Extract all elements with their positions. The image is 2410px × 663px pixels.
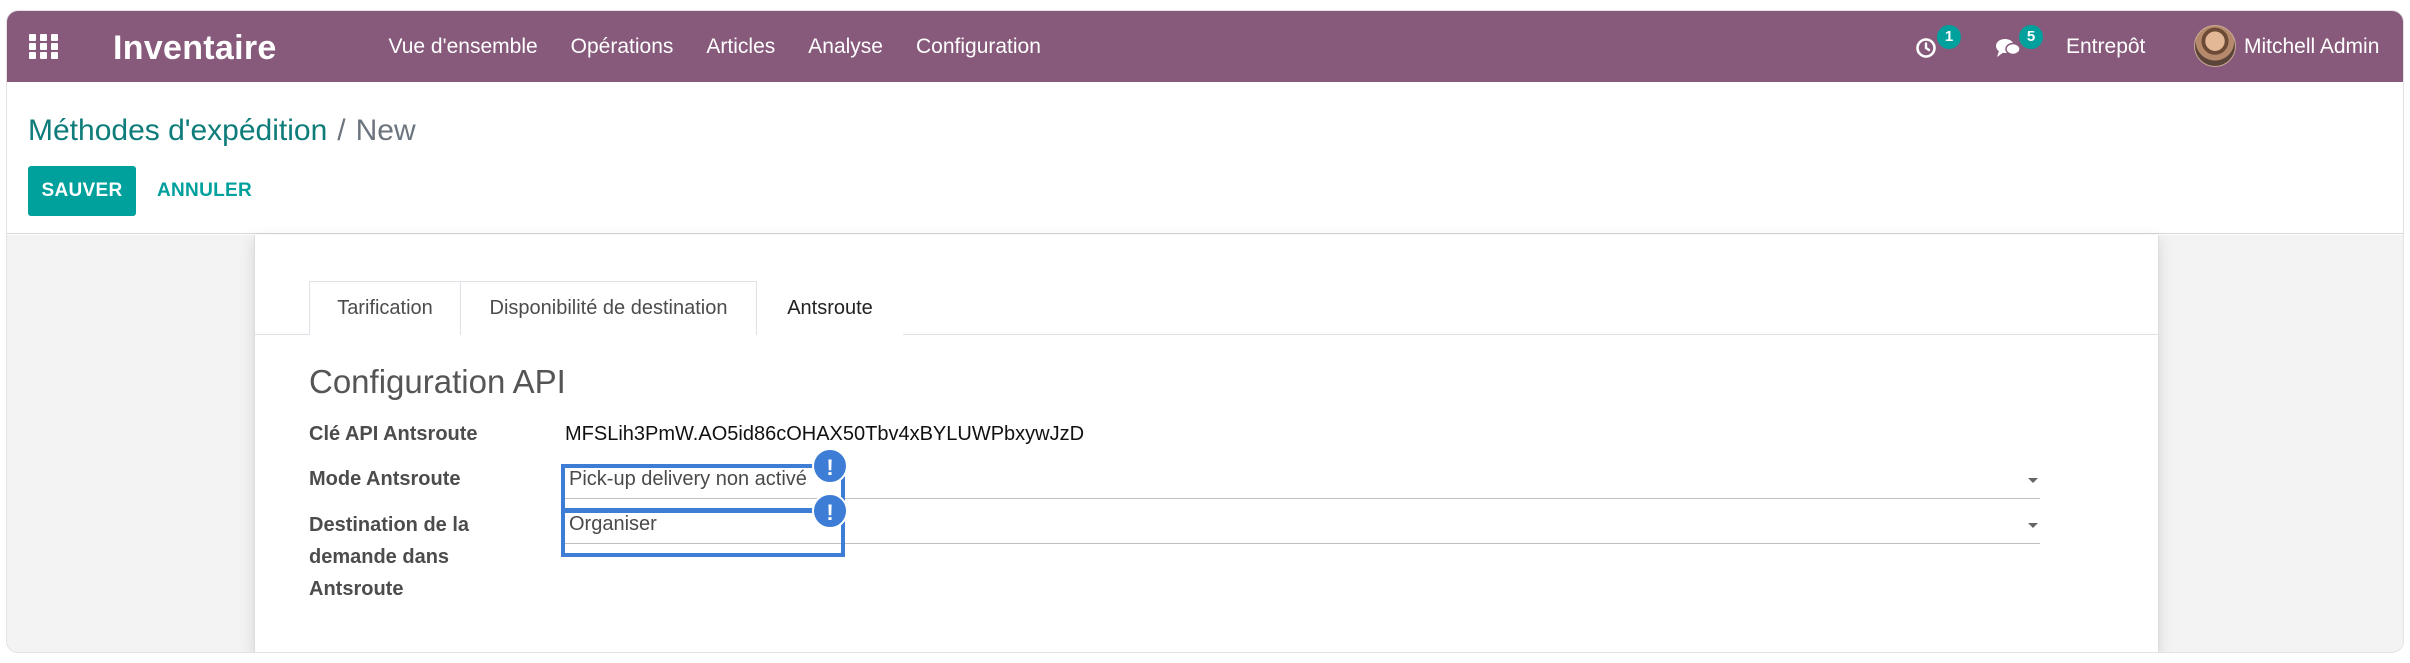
tab-destination-availability[interactable]: Disponibilité de destination <box>460 281 757 335</box>
menu-item-overview[interactable]: Vue d'ensemble <box>372 11 554 82</box>
tab-antsroute[interactable]: Antsroute <box>757 281 903 335</box>
activity-clock-icon[interactable] <box>1915 37 1937 64</box>
form-view: Tarification Disponibilité de destinatio… <box>7 235 2403 652</box>
destination-highlight-box <box>561 509 845 557</box>
menu-item-operations[interactable]: Opérations <box>554 11 690 82</box>
app-name[interactable]: Inventaire <box>113 29 277 68</box>
breadcrumb-separator: / <box>337 114 346 147</box>
save-button[interactable]: SAUVER <box>28 166 136 216</box>
api-key-value[interactable]: MFSLih3PmW.AO5id86cOHAX50Tbv4xBYLUWPbxyw… <box>565 423 1084 446</box>
breadcrumb-parent-link[interactable]: Méthodes d'expédition <box>28 114 327 147</box>
mode-alert-marker: ! <box>812 448 848 484</box>
notebook-tabs: Tarification Disponibilité de destinatio… <box>255 281 2158 335</box>
apps-menu-icon[interactable] <box>29 34 59 59</box>
user-menu[interactable]: Mitchell Admin <box>2244 11 2379 82</box>
destination-alert-marker: ! <box>812 493 848 529</box>
section-title: Configuration API <box>309 363 566 400</box>
control-panel: Méthodes d'expédition / New SAUVER ANNULER <box>7 82 2403 234</box>
messages-counter: 5 <box>2019 25 2043 49</box>
company-switcher[interactable]: Entrepôt <box>2066 11 2145 82</box>
messages-chat-icon[interactable] <box>1995 37 2021 64</box>
mode-label: Mode Antsroute <box>309 468 461 490</box>
form-sheet: Tarification Disponibilité de destinatio… <box>254 235 2159 652</box>
mode-highlight-box <box>561 464 845 512</box>
main-menu: Vue d'ensemble Opérations Articles Analy… <box>372 11 1057 82</box>
activity-counter: 1 <box>1937 25 1961 49</box>
discard-button[interactable]: ANNULER <box>157 166 252 216</box>
destination-dropdown-caret-icon[interactable] <box>2028 523 2038 528</box>
tab-pricing[interactable]: Tarification <box>309 281 461 335</box>
menu-item-configuration[interactable]: Configuration <box>899 11 1057 82</box>
user-avatar[interactable] <box>2194 25 2236 67</box>
browser-frame: Inventaire Vue d'ensemble Opérations Art… <box>6 10 2404 653</box>
breadcrumb-current: New <box>355 114 416 147</box>
api-key-label: Clé API Antsroute <box>309 423 478 445</box>
mode-dropdown-caret-icon[interactable] <box>2028 478 2038 483</box>
top-navbar: Inventaire Vue d'ensemble Opérations Art… <box>7 11 2403 82</box>
menu-item-reporting[interactable]: Analyse <box>792 11 900 82</box>
breadcrumb: Méthodes d'expédition / New <box>28 114 416 148</box>
destination-label: Destination de la demande dans Antsroute <box>309 514 470 600</box>
menu-item-products[interactable]: Articles <box>690 11 792 82</box>
